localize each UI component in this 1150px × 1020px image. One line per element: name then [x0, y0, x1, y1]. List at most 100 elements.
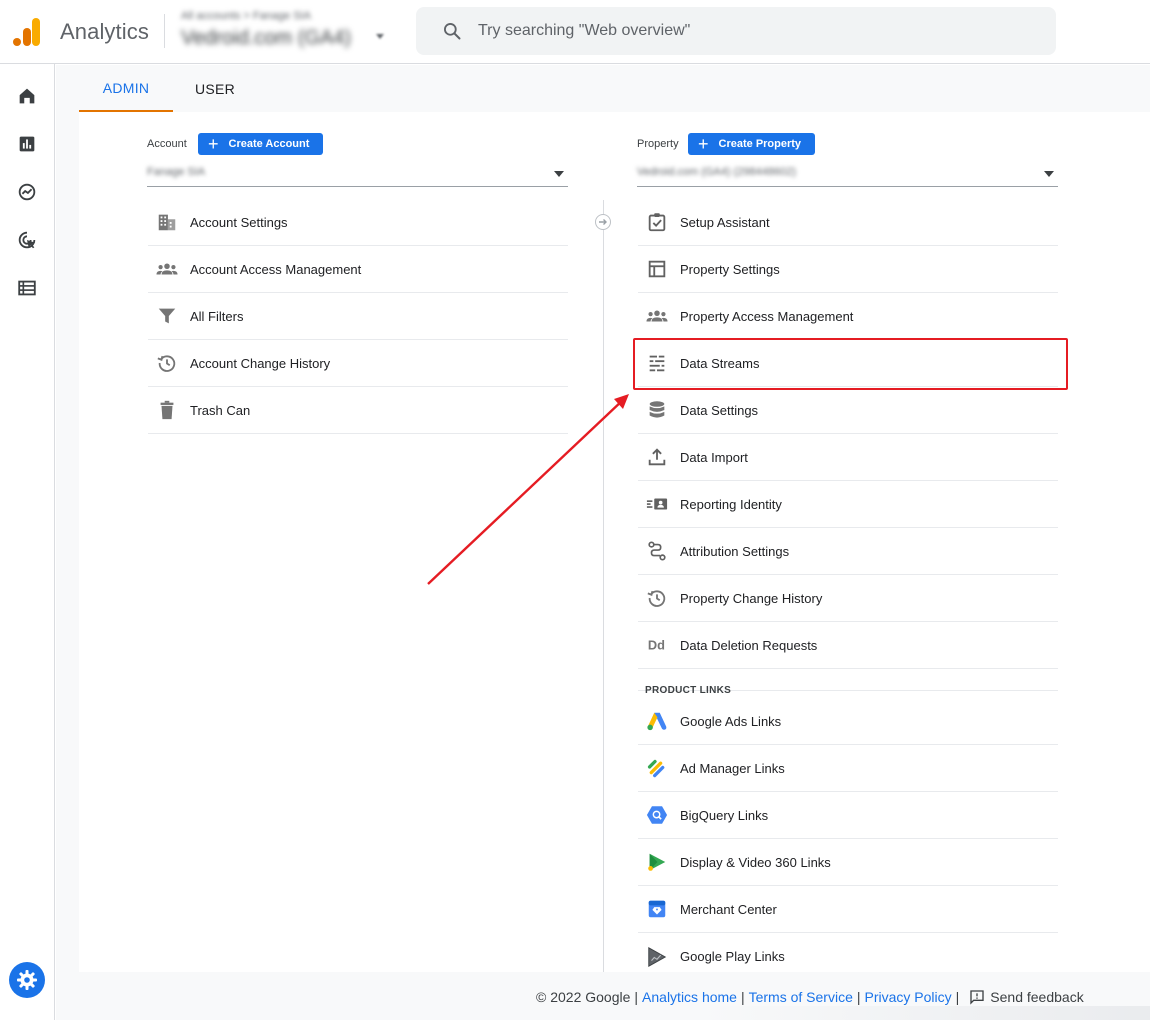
menu-item-label: Account Change History [190, 355, 331, 371]
analytics-home-link[interactable]: Analytics home [642, 989, 737, 1005]
create-account-label: Create Account [228, 138, 310, 150]
database-icon [646, 399, 668, 421]
menu-item-property-change-history[interactable]: Property Change History [638, 575, 1058, 622]
streams-icon [646, 352, 668, 374]
explore-icon [18, 183, 36, 201]
menu-item-bigquery-links[interactable]: BigQuery Links [638, 792, 1058, 839]
google-play-icon [646, 946, 668, 968]
dv360-icon [646, 851, 668, 873]
cursor-target-icon [18, 231, 36, 249]
admin-settings-button[interactable] [9, 962, 45, 998]
menu-item-label: Setup Assistant [680, 214, 770, 230]
menu-item-data-deletion-requests[interactable]: Dd Data Deletion Requests [638, 622, 1058, 669]
account-selector[interactable]: Fanage SIA [147, 161, 568, 187]
menu-item-label: Data Streams [680, 355, 760, 371]
menu-item-label: Display & Video 360 Links [680, 854, 831, 870]
create-property-button[interactable]: + Create Property [688, 133, 816, 155]
list-icon [18, 280, 36, 296]
menu-item-label: Property Change History [680, 590, 823, 606]
menu-item-display-video-360-links[interactable]: Display & Video 360 Links [638, 839, 1058, 886]
title-divider [164, 14, 165, 48]
admin-user-tabs: ADMIN USER [79, 65, 1150, 112]
menu-item-ad-manager-links[interactable]: Ad Manager Links [638, 745, 1058, 792]
arrow-right-circle-icon [595, 214, 611, 230]
menu-item-all-filters[interactable]: All Filters [148, 293, 568, 340]
menu-item-attribution-settings[interactable]: Attribution Settings [638, 528, 1058, 575]
feedback-icon [970, 990, 984, 1005]
tab-admin[interactable]: ADMIN [79, 65, 173, 112]
search-icon [444, 23, 461, 40]
product-links-heading: PRODUCT LINKS [638, 668, 1058, 696]
bigquery-icon [646, 804, 668, 826]
menu-item-data-import[interactable]: Data Import [638, 434, 1058, 481]
create-property-label: Create Property [718, 138, 802, 150]
privacy-policy-link[interactable]: Privacy Policy [865, 989, 952, 1005]
menu-item-reporting-identity[interactable]: Reporting Identity [638, 481, 1058, 528]
search-input[interactable] [478, 7, 1038, 55]
nav-reports-button[interactable] [12, 129, 42, 159]
property-column-label: Property [637, 138, 679, 150]
menu-item-account-access-management[interactable]: Account Access Management [148, 246, 568, 293]
menu-item-setup-assistant[interactable]: Setup Assistant [638, 199, 1058, 246]
footer-shadow [700, 1006, 1150, 1020]
nav-home-button[interactable] [12, 81, 42, 111]
chevron-down-icon [1044, 171, 1054, 177]
chevron-down-icon[interactable] [376, 34, 384, 39]
menu-item-merchant-center[interactable]: Merchant Center [638, 886, 1058, 933]
svg-text:Dd: Dd [648, 638, 665, 653]
analytics-logo-icon[interactable] [13, 16, 41, 46]
copyright-text: © 2022 Google [536, 989, 631, 1005]
menu-item-google-play-links[interactable]: Google Play Links [638, 933, 1058, 980]
create-account-button[interactable]: + Create Account [198, 133, 324, 155]
gear-icon [17, 970, 37, 990]
menu-item-data-settings[interactable]: Data Settings [638, 387, 1058, 434]
menu-item-property-access-management[interactable]: Property Access Management [638, 293, 1058, 340]
app-title: Analytics [60, 19, 149, 44]
layout-icon [646, 258, 668, 280]
menu-item-label: Data Settings [680, 402, 759, 418]
menu-item-account-change-history[interactable]: Account Change History [148, 340, 568, 387]
left-nav-rail [0, 64, 55, 1020]
footer-separator: | [955, 989, 960, 1005]
history-icon [156, 352, 178, 374]
nav-explore-button[interactable] [12, 177, 42, 207]
account-selector-value: Fanage SIA [147, 166, 206, 178]
menu-item-data-streams[interactable]: Data Streams [638, 340, 1058, 387]
search-box[interactable] [416, 7, 1056, 55]
merchant-center-icon [646, 898, 668, 920]
people-icon [646, 305, 668, 327]
property-selector[interactable]: Vedroid.com (GA4) (298448602) [637, 161, 1058, 187]
checkbox-icon [646, 211, 668, 233]
menu-item-account-settings[interactable]: Account Settings [148, 199, 568, 246]
google-ads-icon [646, 710, 668, 732]
ad-manager-icon [646, 757, 668, 779]
menu-item-label: Attribution Settings [680, 543, 790, 559]
nav-configure-button[interactable] [12, 273, 42, 303]
property-selector-value: Vedroid.com (GA4) (298448602) [637, 166, 796, 178]
tab-user[interactable]: USER [173, 65, 257, 112]
menu-item-label: Google Play Links [680, 949, 785, 964]
account-picker[interactable]: Vedroid.com (GA4) [181, 27, 351, 50]
terms-of-service-link[interactable]: Terms of Service [749, 989, 853, 1005]
menu-item-property-settings[interactable]: Property Settings [638, 246, 1058, 293]
footer-separator: | [740, 989, 745, 1005]
menu-item-google-ads-links[interactable]: Google Ads Links [638, 698, 1058, 745]
building-icon [156, 211, 178, 233]
menu-item-label: Account Access Management [190, 261, 362, 277]
menu-item-trash-can[interactable]: Trash Can [148, 387, 568, 434]
plus-icon: + [208, 134, 219, 154]
account-breadcrumb[interactable]: All accounts > Fanage SIA [181, 10, 311, 22]
nav-advertising-button[interactable] [12, 225, 42, 255]
menu-item-label: Trash Can [190, 402, 251, 418]
history-icon [646, 587, 668, 609]
bar-chart-icon [19, 136, 35, 152]
menu-item-label: BigQuery Links [680, 807, 769, 823]
footer-separator: | [634, 989, 639, 1005]
send-feedback-button[interactable]: Send feedback [969, 989, 1084, 1005]
menu-item-label: Reporting Identity [680, 496, 782, 512]
menu-item-label: Data Deletion Requests [680, 637, 818, 653]
chevron-down-icon [554, 171, 564, 177]
footer: © 2022 Google | Analytics home | Terms o… [536, 987, 1084, 1007]
people-icon [156, 258, 178, 280]
menu-item-label: Data Import [680, 449, 748, 465]
